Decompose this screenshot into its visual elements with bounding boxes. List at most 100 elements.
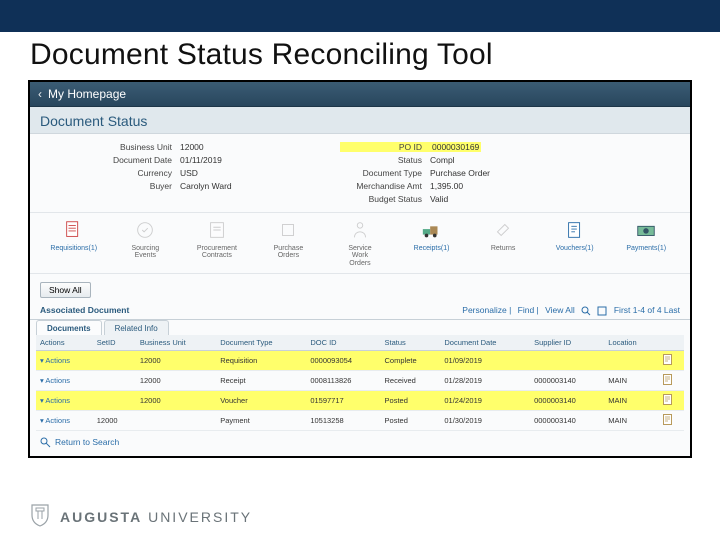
column-header[interactable]: Actions	[36, 335, 93, 351]
flow-step-label: Vouchers(1)	[539, 245, 611, 252]
document-icon[interactable]	[663, 354, 672, 365]
status-label: Status	[340, 155, 430, 165]
table-cell: 10513258	[306, 410, 380, 430]
zoom-icon[interactable]	[581, 306, 591, 316]
view-all-link[interactable]: View All	[545, 305, 575, 315]
document-icon[interactable]	[663, 374, 672, 385]
table-cell: 0000003140	[530, 390, 604, 410]
table-cell	[93, 370, 136, 390]
doctype-value: Purchase Order	[430, 168, 490, 178]
table-cell: Payment	[216, 410, 306, 430]
flow-step: Procurement Contracts	[181, 217, 253, 260]
column-header[interactable]: Status	[381, 335, 441, 351]
table-cell: 01/30/2019	[440, 410, 530, 430]
table-cell	[93, 390, 136, 410]
column-header[interactable]: Document Type	[216, 335, 306, 351]
slide-title: Document Status Reconciling Tool	[30, 38, 690, 72]
tab-related-info[interactable]: Related Info	[104, 320, 169, 335]
table-cell: 12000	[136, 370, 216, 390]
table-cell: 0008113826	[306, 370, 380, 390]
table-cell	[136, 410, 216, 430]
table-cell: 01597717	[306, 390, 380, 410]
flow-step[interactable]: Vouchers(1)	[539, 217, 611, 252]
column-header[interactable]: Supplier ID	[530, 335, 604, 351]
brand-name-1: AUGUSTA	[60, 509, 142, 525]
row-actions-link[interactable]: ▾ Actions	[40, 376, 70, 385]
column-header[interactable]: SetID	[93, 335, 136, 351]
flow-step-icon	[467, 217, 539, 243]
row-doc-icon-cell[interactable]	[659, 370, 684, 390]
table-cell: MAIN	[604, 410, 658, 430]
table-cell: Posted	[381, 410, 441, 430]
app-header-bar[interactable]: ‹ My Homepage	[30, 82, 690, 107]
document-icon[interactable]	[663, 414, 672, 425]
table-cell: MAIN	[604, 390, 658, 410]
column-header[interactable]: DOC ID	[306, 335, 380, 351]
back-chevron-icon[interactable]: ‹	[38, 87, 42, 101]
flow-step-icon	[324, 217, 396, 243]
flow-step-icon	[396, 217, 468, 243]
table-cell: Voucher	[216, 390, 306, 410]
flow-step-icon	[539, 217, 611, 243]
table-cell[interactable]: ▾ Actions	[36, 390, 93, 410]
row-doc-icon-cell[interactable]	[659, 350, 684, 370]
column-header[interactable]: Document Date	[440, 335, 530, 351]
row-doc-icon-cell[interactable]	[659, 410, 684, 430]
homepage-breadcrumb[interactable]: My Homepage	[48, 87, 126, 101]
currency-value: USD	[180, 168, 198, 178]
table-cell: 01/28/2019	[440, 370, 530, 390]
flow-step[interactable]: Requisitions(1)	[38, 217, 110, 252]
table-cell: 12000	[93, 410, 136, 430]
download-icon[interactable]	[597, 306, 607, 316]
status-value: Compl	[430, 155, 455, 165]
bu-value: 12000	[180, 142, 204, 152]
show-all-button[interactable]: Show All	[40, 282, 91, 298]
row-actions-link[interactable]: ▾ Actions	[40, 416, 70, 425]
flow-step[interactable]: Receipts(1)	[396, 217, 468, 252]
row-actions-link[interactable]: ▾ Actions	[40, 356, 70, 365]
table-cell	[530, 350, 604, 370]
table-row: ▾ Actions12000Receipt0008113826Received0…	[36, 370, 684, 390]
table-cell: Receipt	[216, 370, 306, 390]
brand-footer: AUGUSTA UNIVERSITY	[30, 503, 252, 530]
column-header[interactable]: Location	[604, 335, 658, 351]
flow-step-label: Sourcing Events	[110, 245, 182, 260]
row-actions-link[interactable]: ▾ Actions	[40, 396, 70, 405]
tab-documents[interactable]: Documents	[36, 320, 102, 335]
document-icon[interactable]	[663, 394, 672, 405]
flow-step-label: Returns	[467, 245, 539, 252]
poid-label: PO ID	[340, 142, 430, 152]
buyer-label: Buyer	[90, 181, 180, 191]
merchamt-value: 1,395.00	[430, 181, 463, 191]
flow-step-label: Service Work Orders	[324, 245, 396, 267]
row-doc-icon-cell[interactable]	[659, 390, 684, 410]
personalize-link[interactable]: Personalize	[462, 305, 506, 315]
table-cell[interactable]: ▾ Actions	[36, 370, 93, 390]
currency-label: Currency	[90, 168, 180, 178]
flow-step-icon	[181, 217, 253, 243]
budget-label: Budget Status	[340, 194, 430, 204]
brand-name-2: UNIVERSITY	[148, 509, 252, 525]
return-to-search-button[interactable]: Return to Search	[40, 437, 119, 448]
table-cell: 0000093054	[306, 350, 380, 370]
flow-step[interactable]: Payments(1)	[610, 217, 682, 252]
find-link[interactable]: Find	[518, 305, 535, 315]
table-cell[interactable]: ▾ Actions	[36, 350, 93, 370]
slide-title-wrap: Document Status Reconciling Tool	[0, 32, 720, 76]
table-cell	[93, 350, 136, 370]
process-flow: Requisitions(1)Sourcing EventsProcuremen…	[30, 212, 690, 274]
flow-step: Purchase Orders	[253, 217, 325, 260]
column-header	[659, 335, 684, 351]
assoc-doc-header: Associated Document Personalize | Find |…	[30, 302, 690, 320]
table-row: ▾ Actions12000Voucher01597717Posted01/24…	[36, 390, 684, 410]
bu-label: Business Unit	[90, 142, 180, 152]
docdate-label: Document Date	[90, 155, 180, 165]
table-cell: 01/24/2019	[440, 390, 530, 410]
university-shield-icon	[30, 503, 50, 530]
table-cell[interactable]: ▾ Actions	[36, 410, 93, 430]
flow-step: Returns	[467, 217, 539, 252]
grid-pager[interactable]: First 1-4 of 4 Last	[614, 305, 680, 315]
flow-step-icon	[253, 217, 325, 243]
column-header[interactable]: Business Unit	[136, 335, 216, 351]
table-cell: Posted	[381, 390, 441, 410]
